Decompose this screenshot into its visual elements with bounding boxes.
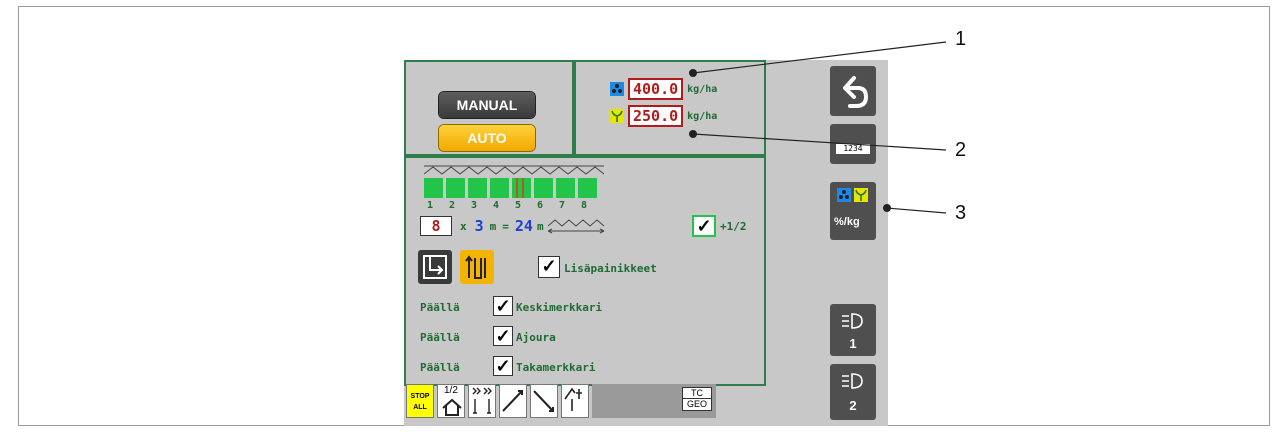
callout-1: 1 [955, 28, 967, 50]
callout-2: 2 [955, 139, 967, 161]
callout-3: 3 [955, 202, 967, 224]
callout-lines [689, 41, 947, 214]
